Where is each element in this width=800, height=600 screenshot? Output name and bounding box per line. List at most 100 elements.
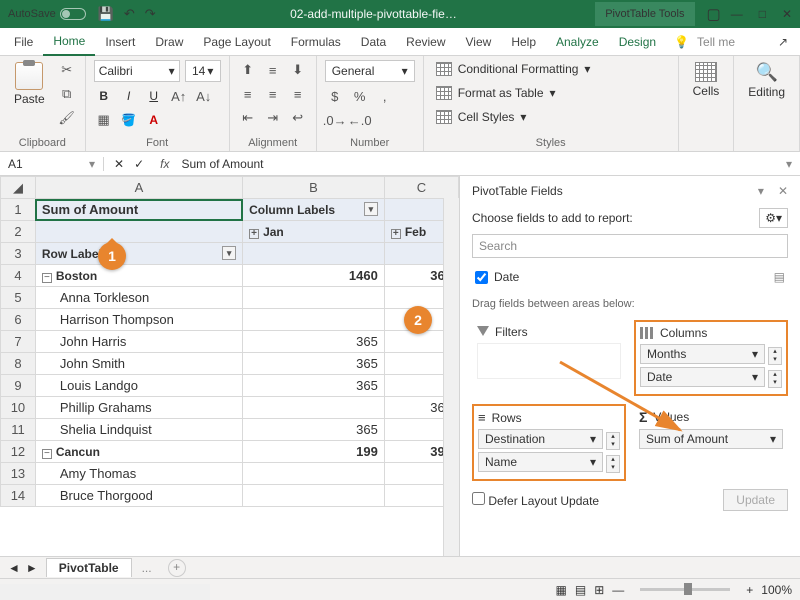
area-values[interactable]: ΣValues Sum of Amount▾ [634,404,788,481]
tab-data[interactable]: Data [351,29,396,55]
tab-view[interactable]: View [456,29,502,55]
cell[interactable]: John Smith [35,353,242,375]
expand-icon[interactable]: + [249,229,259,239]
field-search-input[interactable]: Search [472,234,788,258]
cell[interactable]: 199 [243,441,385,463]
cell[interactable]: Bruce Thorgood [35,485,242,507]
minimize-icon[interactable]: — [731,7,743,21]
redo-icon[interactable]: ↷ [145,6,156,22]
page-layout-view-icon[interactable]: ▤ [575,583,586,597]
expand-formula-bar-icon[interactable]: ▾ [778,157,800,171]
tab-home[interactable]: Home [43,28,95,56]
cut-button[interactable]: ✂ [57,60,77,80]
zoom-in-icon[interactable]: + [746,583,753,597]
align-middle-button[interactable]: ≡ [263,60,283,80]
col-header-a[interactable]: A [35,177,242,199]
area-item[interactable]: Destination▾ [478,429,603,449]
horizontal-scrollbar[interactable] [0,584,210,600]
maximize-icon[interactable]: □ [759,7,766,21]
tab-help[interactable]: Help [501,29,546,55]
tab-analyze[interactable]: Analyze [546,29,609,55]
row-header[interactable]: 14 [1,485,36,507]
row-header[interactable]: 11 [1,419,36,441]
cell[interactable]: −Cancun [35,441,242,463]
cell[interactable]: 365 [243,419,385,441]
italic-button[interactable]: I [119,86,139,106]
tab-page-layout[interactable]: Page Layout [193,29,280,55]
format-painter-button[interactable]: 🖌 [57,108,77,128]
row-header[interactable]: 9 [1,375,36,397]
filter-dropdown-icon[interactable]: ▾ [364,202,378,216]
cell[interactable] [243,485,385,507]
normal-view-icon[interactable]: ▦ [556,583,567,597]
area-filters[interactable]: Filters [472,320,626,396]
cell[interactable] [243,243,385,265]
area-item[interactable]: Name▾ [478,452,603,472]
page-break-view-icon[interactable]: ⊞ [594,583,604,597]
sheet-tab-overflow[interactable]: ... [132,559,162,577]
cell[interactable]: 365 [243,375,385,397]
chevron-down-icon[interactable]: ▾ [758,184,764,198]
prev-sheet-icon[interactable]: ◄ [8,561,20,575]
expand-icon[interactable]: + [391,229,401,239]
select-all[interactable]: ◢ [1,177,36,199]
row-header[interactable]: 12 [1,441,36,463]
cancel-icon[interactable]: ✕ [114,157,124,171]
cell-a1[interactable]: Sum of Amount [35,199,242,221]
worksheet[interactable]: ◢ABC 1Sum of AmountColumn Labels▾ 2+Jan+… [0,176,460,556]
col-header-c[interactable]: C [384,177,458,199]
undo-icon[interactable]: ↶ [124,6,135,22]
align-left-button[interactable]: ≡ [238,84,258,104]
cells-button[interactable]: Cells [687,60,726,100]
cell[interactable]: 365 [243,353,385,375]
row-header[interactable]: 7 [1,331,36,353]
comma-button[interactable]: , [375,86,395,106]
cell[interactable]: John Harris [35,331,242,353]
align-right-button[interactable]: ≡ [288,84,308,104]
row-header[interactable]: 2 [1,221,36,243]
cell[interactable]: 365 [243,331,385,353]
col-header-b[interactable]: B [243,177,385,199]
row-header[interactable]: 6 [1,309,36,331]
defer-checkbox[interactable] [472,492,485,505]
field-item-date[interactable]: Date ▤ [472,266,788,288]
row-header[interactable]: 4 [1,265,36,287]
align-bottom-button[interactable]: ⬇ [288,60,308,80]
accounting-button[interactable]: $ [325,86,345,106]
decrease-decimal-button[interactable]: ←.0 [350,110,370,130]
percent-button[interactable]: % [350,86,370,106]
new-sheet-button[interactable]: + [168,559,186,577]
tab-formulas[interactable]: Formulas [281,29,351,55]
row-header[interactable]: 13 [1,463,36,485]
name-box[interactable]: A1▾ [0,157,104,171]
close-icon[interactable]: ✕ [782,7,792,21]
cell[interactable]: Row Labels▾ [35,243,242,265]
row-header[interactable]: 5 [1,287,36,309]
font-name-select[interactable]: Calibri▾ [94,60,180,82]
increase-indent-button[interactable]: ⇥ [263,108,283,128]
number-format-select[interactable]: General▾ [325,60,415,82]
tell-me-input[interactable]: Tell me [697,35,735,49]
row-header[interactable]: 10 [1,397,36,419]
format-as-table-button[interactable]: Format as Table▾ [432,84,560,102]
cell[interactable]: Anna Torkleson [35,287,242,309]
reorder-spinner[interactable]: ▴▾ [606,455,620,473]
row-header[interactable]: 1 [1,199,36,221]
underline-button[interactable]: U [144,86,164,106]
area-item[interactable]: Sum of Amount▾ [639,429,783,449]
increase-font-button[interactable]: A↑ [169,86,189,106]
tab-insert[interactable]: Insert [95,29,145,55]
reorder-spinner[interactable]: ▴▾ [768,370,782,388]
decrease-font-button[interactable]: A↓ [194,86,214,106]
zoom-level[interactable]: 100% [761,583,792,597]
reorder-spinner[interactable]: ▴▾ [606,432,620,450]
ribbon-display-icon[interactable]: ▢ [707,5,721,23]
enter-icon[interactable]: ✓ [134,157,144,171]
next-sheet-icon[interactable]: ► [26,561,38,575]
cell[interactable]: −Boston [35,265,242,287]
tab-file[interactable]: File [4,29,43,55]
cell[interactable]: Amy Thomas [35,463,242,485]
cell[interactable] [35,221,242,243]
cell[interactable]: Column Labels▾ [243,199,385,221]
copy-button[interactable]: ⧉ [57,84,77,104]
